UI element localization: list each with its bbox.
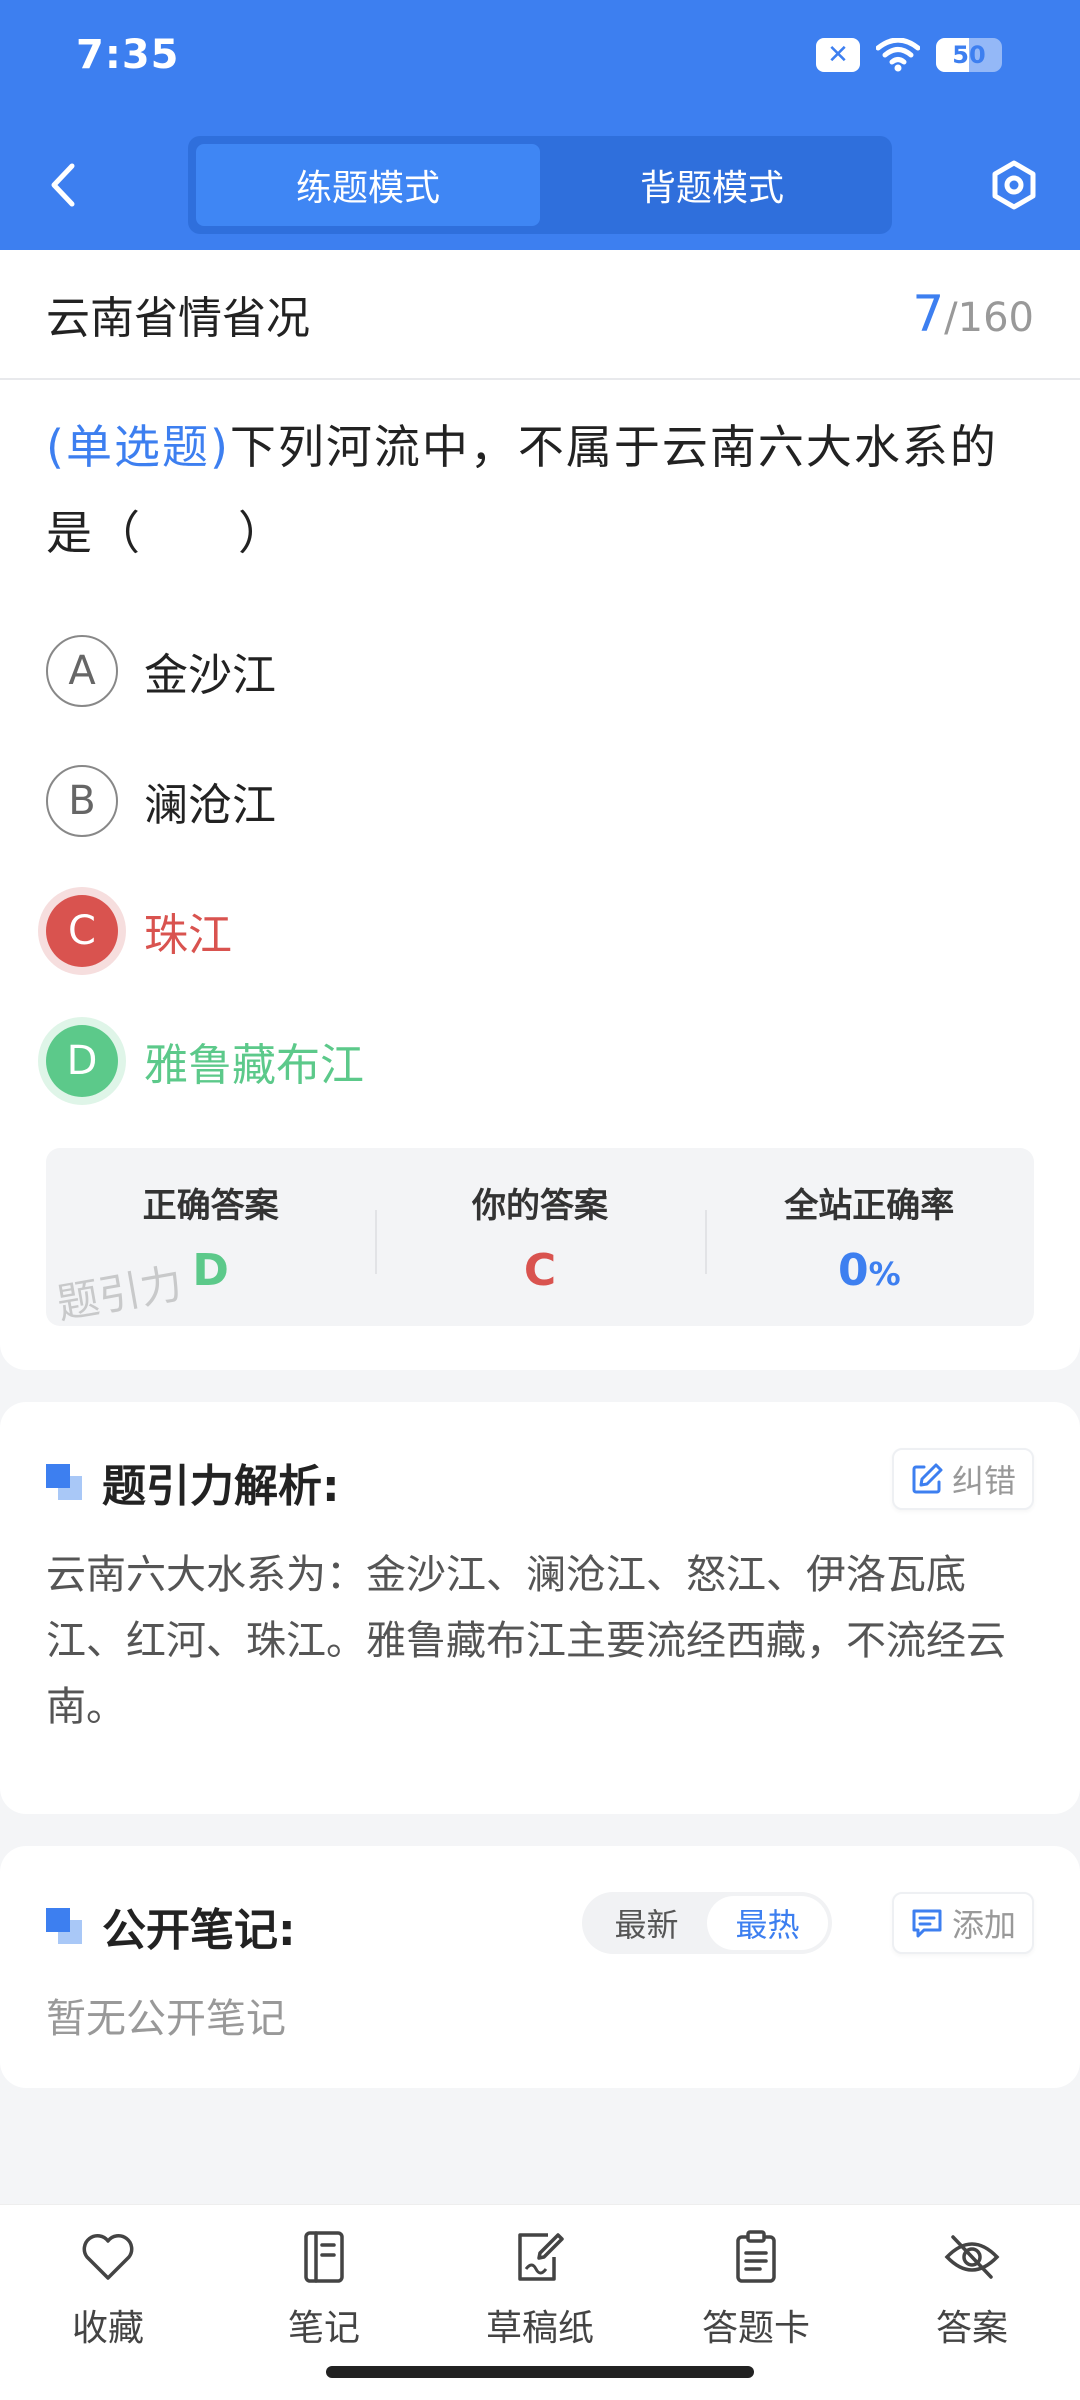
analysis-card: 题引力解析: 纠错 云南六大水系为：金沙江、澜沧江、怒江、伊洛瓦底江、红河、珠江… bbox=[0, 1402, 1080, 1814]
add-note-button[interactable]: 添加 bbox=[891, 1892, 1034, 1954]
question-card: 云南省情省况 7/160 (单选题)下列河流中，不属于云南六大水系的是（ ） A… bbox=[0, 250, 1080, 1370]
question-header: 云南省情省况 7/160 bbox=[0, 250, 1080, 380]
option-d[interactable]: D 雅鲁藏布江 bbox=[0, 996, 1080, 1126]
correct-answer-label: 正确答案 bbox=[142, 1186, 279, 1226]
option-text: 雅鲁藏布江 bbox=[144, 1040, 364, 1091]
settings-button[interactable] bbox=[982, 150, 1046, 220]
add-note-label: 添加 bbox=[951, 1906, 1016, 1944]
notes-title-text: 公开笔记: bbox=[102, 1905, 296, 1956]
title-mark-icon bbox=[46, 1464, 82, 1500]
battery-level: 50 bbox=[952, 41, 986, 69]
eye-off-icon bbox=[942, 2227, 1002, 2287]
accuracy-column: 全站正确率 0% bbox=[704, 1148, 1034, 1326]
correct-answer-value: D bbox=[192, 1245, 229, 1296]
notebook-icon bbox=[294, 2227, 354, 2287]
wifi-icon bbox=[876, 38, 920, 72]
answer-result-box: 正确答案 D 你的答案 C 全站正确率 0% bbox=[46, 1148, 1034, 1326]
settings-icon bbox=[992, 160, 1036, 210]
report-error-label: 纠错 bbox=[951, 1462, 1016, 1500]
top-header: 7:35 ✕ 50 练题模式 背题模式 bbox=[0, 0, 1080, 250]
tab-memorize-mode[interactable]: 背题模式 bbox=[540, 144, 884, 226]
mode-tabs: 练题模式 背题模式 bbox=[188, 136, 892, 234]
answer-card-icon bbox=[726, 2227, 786, 2287]
chapter-title: 云南省情省况 bbox=[46, 293, 310, 344]
question-type: (单选题) bbox=[46, 420, 230, 474]
answer-card-label: 答题卡 bbox=[701, 2308, 810, 2349]
heart-icon bbox=[78, 2227, 138, 2287]
notes-label: 笔记 bbox=[287, 2308, 360, 2349]
favorite-label: 收藏 bbox=[71, 2308, 144, 2349]
answer-toggle-label: 答案 bbox=[935, 2308, 1008, 2349]
your-answer-column: 你的答案 C bbox=[375, 1148, 704, 1326]
report-error-button[interactable]: 纠错 bbox=[891, 1448, 1034, 1510]
options-list: A 金沙江 B 澜沧江 C 珠江 D 雅鲁藏布江 bbox=[0, 606, 1080, 1126]
analysis-title-text: 题引力解析: bbox=[102, 1461, 340, 1512]
notification-x-icon: ✕ bbox=[816, 38, 860, 72]
option-text: 澜沧江 bbox=[144, 780, 276, 831]
answer-toggle-button[interactable]: 答案 bbox=[864, 2205, 1080, 2400]
option-text: 珠江 bbox=[144, 910, 232, 961]
notes-title: 公开笔记: bbox=[46, 1894, 296, 1958]
favorite-button[interactable]: 收藏 bbox=[0, 2205, 216, 2400]
notes-sort-toggle: 最新 最热 bbox=[582, 1892, 832, 1954]
status-icons: ✕ 50 bbox=[816, 38, 1002, 72]
tab-practice-mode[interactable]: 练题模式 bbox=[196, 144, 540, 226]
analysis-title: 题引力解析: bbox=[46, 1450, 340, 1514]
option-c[interactable]: C 珠江 bbox=[0, 866, 1080, 996]
edit-icon bbox=[912, 1463, 943, 1494]
accuracy-value: 0% bbox=[838, 1245, 901, 1296]
accuracy-number: 0 bbox=[837, 1245, 869, 1296]
battery-indicator: 50 bbox=[936, 38, 1002, 72]
sort-hottest[interactable]: 最热 bbox=[707, 1896, 828, 1950]
accuracy-label: 全站正确率 bbox=[784, 1186, 955, 1226]
notes-card: 公开笔记: 最新 最热 添加 暂无公开笔记 bbox=[0, 1846, 1080, 2088]
title-mark-icon bbox=[46, 1908, 82, 1944]
option-letter: B bbox=[46, 765, 118, 837]
option-a[interactable]: A 金沙江 bbox=[0, 606, 1080, 736]
option-letter: D bbox=[46, 1025, 118, 1097]
question-progress: 7/160 bbox=[912, 285, 1034, 343]
your-answer-value: C bbox=[523, 1245, 557, 1296]
option-text: 金沙江 bbox=[144, 650, 276, 701]
status-time: 7:35 bbox=[76, 32, 180, 78]
back-button[interactable] bbox=[38, 150, 88, 220]
analysis-body: 云南六大水系为：金沙江、澜沧江、怒江、伊洛瓦底江、红河、珠江。雅鲁藏布江主要流经… bbox=[46, 1552, 1006, 1730]
total-questions: /160 bbox=[944, 295, 1034, 341]
your-answer-label: 你的答案 bbox=[471, 1186, 608, 1226]
option-letter: A bbox=[46, 635, 118, 707]
current-question-number: 7 bbox=[912, 285, 945, 343]
notes-empty-text: 暂无公开笔记 bbox=[46, 1996, 286, 2042]
option-letter: C bbox=[46, 895, 118, 967]
sort-latest[interactable]: 最新 bbox=[586, 1896, 707, 1950]
comment-icon bbox=[912, 1909, 942, 1938]
question-text-block: (单选题)下列河流中，不属于云南六大水系的是（ ） bbox=[0, 380, 1080, 576]
chevron-left-icon bbox=[51, 163, 75, 207]
accuracy-unit: % bbox=[868, 1255, 901, 1293]
option-b[interactable]: B 澜沧江 bbox=[0, 736, 1080, 866]
draft-paper-icon bbox=[510, 2227, 570, 2287]
draft-paper-label: 草稿纸 bbox=[485, 2308, 594, 2349]
home-indicator bbox=[326, 2366, 754, 2378]
